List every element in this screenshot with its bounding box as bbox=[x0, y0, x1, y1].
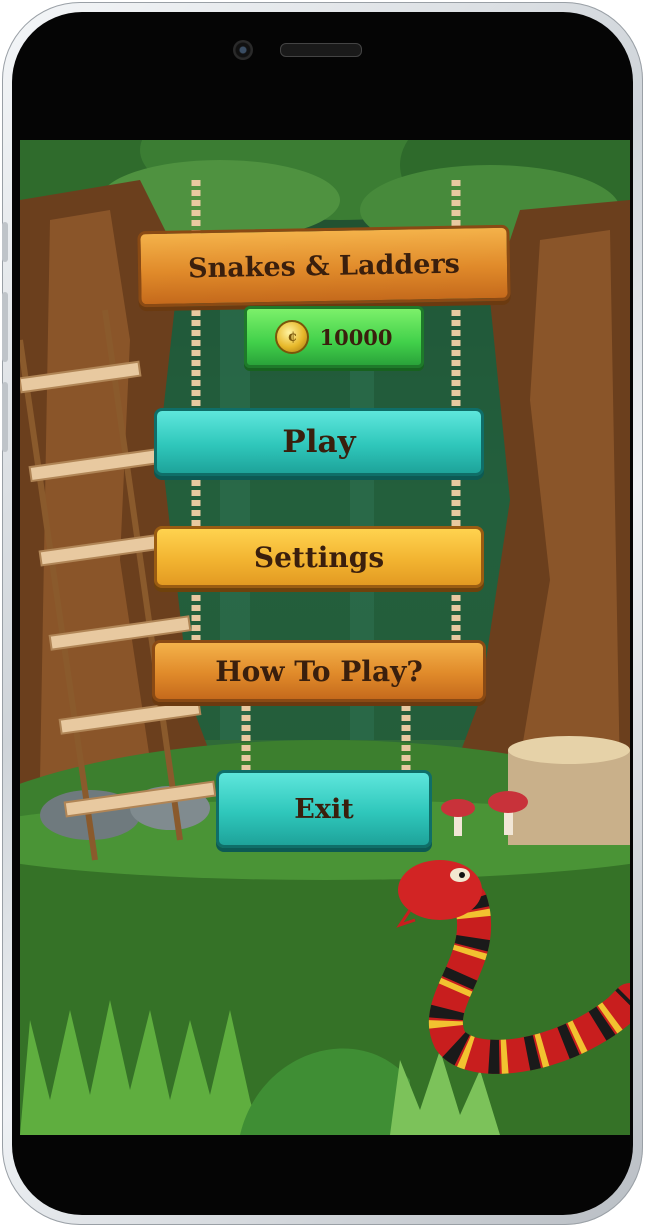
volume-down-button bbox=[2, 382, 8, 452]
exit-button[interactable]: Exit bbox=[216, 770, 432, 848]
settings-button[interactable]: Settings bbox=[154, 526, 484, 588]
game-title: Snakes & Ladders bbox=[187, 248, 461, 284]
side-button bbox=[2, 222, 8, 262]
coin-counter: ¢ 10000 bbox=[244, 306, 424, 368]
title-sign: Snakes & Ladders bbox=[137, 224, 511, 308]
game-screen: Snakes & Ladders ¢ 10000 Play Settings H… bbox=[20, 140, 630, 1135]
volume-up-button bbox=[2, 292, 8, 362]
play-button[interactable]: Play bbox=[154, 408, 484, 476]
exit-label: Exit bbox=[294, 793, 354, 825]
front-camera-icon bbox=[233, 40, 253, 60]
coin-icon: ¢ bbox=[275, 320, 310, 354]
play-label: Play bbox=[282, 424, 356, 460]
speaker-grille bbox=[280, 43, 362, 57]
how-to-play-label: How To Play? bbox=[215, 654, 423, 688]
settings-label: Settings bbox=[253, 540, 385, 574]
how-to-play-button[interactable]: How To Play? bbox=[152, 640, 486, 702]
coin-count: 10000 bbox=[319, 324, 393, 350]
